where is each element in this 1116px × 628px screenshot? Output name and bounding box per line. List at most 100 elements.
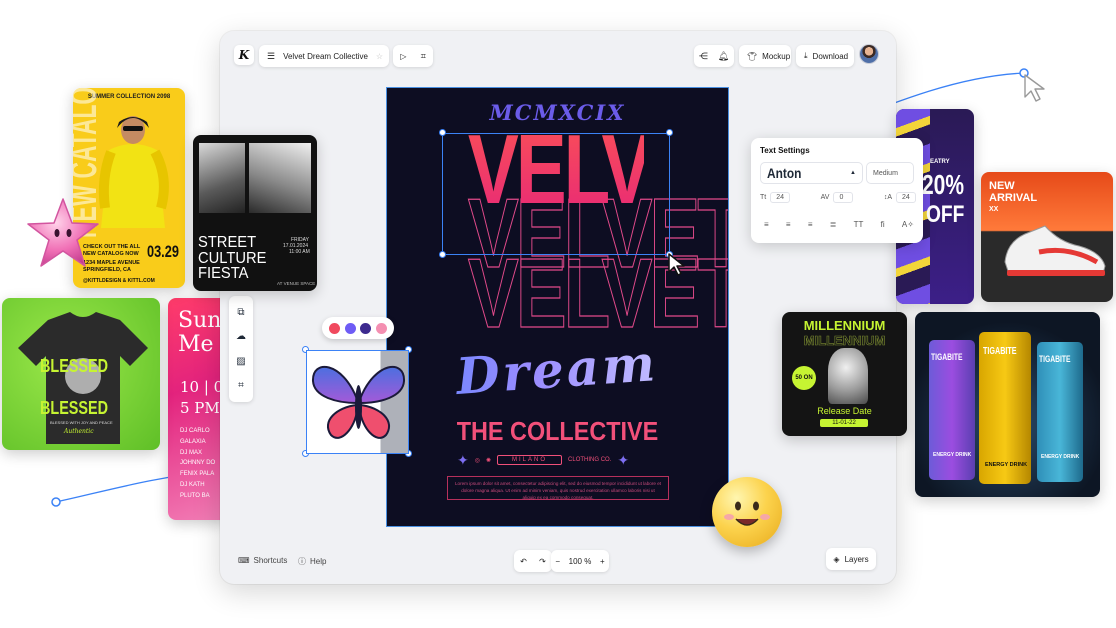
- letter-spacing-icon: AV: [820, 194, 830, 201]
- zoom-out-button[interactable]: −: [555, 557, 560, 566]
- menu-icon[interactable]: ☰: [259, 51, 283, 62]
- sale-side-word: EATRY: [930, 159, 950, 165]
- sneaker-brand: XX: [989, 206, 999, 213]
- can-label-right: ENERGY DRINK: [1041, 454, 1080, 460]
- font-size-value[interactable]: 24: [770, 192, 791, 203]
- project-title-bar[interactable]: ☰ Velvet Dream Collective ☆: [259, 45, 389, 67]
- poster-brand[interactable]: CLOTHING CO.: [568, 457, 611, 463]
- layers-label: Layers: [844, 554, 869, 564]
- lineup-name: JOHNNY DO: [180, 460, 216, 467]
- star-icon[interactable]: ☆: [376, 52, 389, 61]
- undo-redo-group: ↶ ↷: [514, 550, 552, 572]
- grid-icon[interactable]: ⌗: [238, 380, 244, 391]
- summer-date: 03.29: [147, 242, 179, 261]
- sneaker-line2: ARRIVAL: [989, 192, 1038, 204]
- align-left-icon[interactable]: ≡: [764, 220, 769, 229]
- help-icon: ⓘ: [298, 557, 306, 566]
- kittl-logo[interactable]: K: [234, 45, 254, 65]
- zoom-level[interactable]: 100 %: [569, 557, 592, 566]
- user-avatar[interactable]: [860, 45, 878, 63]
- layers-button[interactable]: ◈ Layers: [826, 548, 876, 570]
- tshirt-mockup-card[interactable]: BLESSED BLESSED BLESSED WITH JOY AND PEA…: [2, 298, 160, 450]
- keyboard-icon: ⌨: [238, 556, 250, 565]
- line-height-icon: ↕A: [883, 194, 892, 201]
- color-swatch[interactable]: [344, 322, 356, 334]
- project-title[interactable]: Velvet Dream Collective: [283, 52, 376, 61]
- zoom-control: − 100 % +: [551, 550, 609, 572]
- street-photo-2: [249, 143, 311, 213]
- upload-icon[interactable]: ☁: [236, 331, 246, 342]
- sparkle-icon: ✦: [617, 451, 630, 468]
- summer-music-card[interactable]: Sun Me 10 | 0 5 PM DJ CARLO GALAXIA DJ M…: [168, 298, 228, 520]
- summer-music-lineup: DJ CARLO GALAXIA DJ MAX JOHNNY DO FENIX …: [180, 426, 215, 502]
- font-family-select[interactable]: Anton ▲: [760, 162, 863, 184]
- millennium-badge: 50 ON: [792, 366, 816, 390]
- mockup-button[interactable]: 👕︎ Mockup: [739, 45, 791, 67]
- vertical-toolbar: ⧉ ☁ ▨ ⌗: [229, 296, 253, 402]
- image-icon[interactable]: ▨: [236, 356, 245, 367]
- lineup-name: GALAXIA: [180, 438, 206, 445]
- frame-tool-icon[interactable]: ⌗: [421, 51, 426, 62]
- color-swatch[interactable]: [329, 322, 341, 334]
- font-size-icon: Tt: [760, 194, 767, 201]
- uppercase-icon[interactable]: TT: [854, 220, 864, 229]
- poster-subtitle[interactable]: THE COLLECTIVE: [404, 416, 711, 447]
- statue-image: [828, 348, 868, 404]
- text-metrics-row: Tt 24 AV 0 ↕A 24: [760, 192, 916, 203]
- resize-handle[interactable]: [439, 129, 446, 136]
- energy-drink-card[interactable]: TIGABITE TIGABITE TIGABITE ENERGY DRINK …: [915, 312, 1100, 497]
- bell-icon[interactable]: 🔔︎: [718, 51, 729, 62]
- tshirt-icon: [18, 312, 148, 444]
- tshirt-signature: Authentic: [64, 428, 94, 435]
- zoom-in-button[interactable]: +: [600, 557, 605, 566]
- sale-percent: 20%: [922, 169, 965, 200]
- millennium-release: Release Date: [817, 406, 872, 416]
- sale-off: OFF: [926, 201, 965, 228]
- share-icon[interactable]: ⋲: [699, 51, 708, 62]
- align-justify-icon[interactable]: ≣: [830, 220, 837, 229]
- align-center-icon[interactable]: ≡: [786, 220, 791, 229]
- butterfly-element[interactable]: [306, 350, 409, 454]
- poster-body-text[interactable]: Lorem ipsum dolor sit amet, consectetur …: [447, 476, 669, 500]
- sneaker-card[interactable]: NEW ARRIVAL XX: [981, 172, 1113, 302]
- line-height-control[interactable]: ↕A 24: [884, 192, 916, 203]
- lineup-name: FENIX PALA: [180, 471, 215, 478]
- effects-icon[interactable]: A✧: [902, 220, 914, 229]
- poster-location[interactable]: MILANO: [497, 455, 563, 465]
- lineup-name: DJ CARLO: [180, 428, 210, 434]
- can-label-left: ENERGY DRINK: [933, 452, 972, 458]
- letter-spacing-value[interactable]: 0: [833, 192, 854, 203]
- summer-handle: @KITTLDESIGN & KITTL.COM: [83, 278, 155, 284]
- color-swatch[interactable]: [375, 322, 387, 334]
- smiley-emoji-icon: [712, 477, 782, 547]
- model-photo-icon: [98, 116, 169, 228]
- download-button[interactable]: ⤓ Download: [796, 45, 854, 67]
- resize-handle[interactable]: [439, 251, 446, 258]
- pointer-tool-icon[interactable]: ▷: [400, 52, 406, 61]
- street-culture-card[interactable]: STREET CULTURE FIESTA FRIDAY 17.01.2024 …: [193, 135, 317, 291]
- summer-music-numbers: 10 | 0: [180, 378, 224, 396]
- poster-script-word[interactable]: Dream: [425, 331, 688, 408]
- shapes-icon[interactable]: ⧉: [237, 307, 244, 318]
- redo-icon[interactable]: ↷: [539, 557, 546, 566]
- font-weight-select[interactable]: Medium: [866, 162, 914, 184]
- help-button[interactable]: ⓘ Help: [298, 556, 326, 567]
- align-right-icon[interactable]: ≡: [808, 220, 813, 229]
- street-venue: AT VENUE SPACE: [277, 281, 316, 286]
- shortcuts-button[interactable]: ⌨ Shortcuts: [238, 556, 287, 565]
- font-family-value: Anton: [767, 165, 802, 181]
- letter-spacing-control[interactable]: AV 0: [821, 192, 854, 203]
- help-label: Help: [310, 557, 327, 566]
- lineup-name: PLUTO BA: [180, 492, 210, 499]
- ligature-icon[interactable]: fi: [881, 220, 885, 229]
- millennium-card[interactable]: MILLENNIUM MILLENNIUM 50 ON Release Date…: [782, 312, 907, 436]
- share-group: ⋲ 🔔︎: [694, 45, 734, 67]
- undo-icon[interactable]: ↶: [520, 557, 527, 566]
- can-brand-left: TIGABITE: [931, 352, 963, 362]
- color-swatch[interactable]: [360, 322, 372, 334]
- butterfly-icon: [311, 365, 406, 439]
- font-size-control[interactable]: Tt 24: [760, 192, 791, 203]
- tshirt-word-2: BLESSED: [40, 398, 109, 418]
- resize-handle[interactable]: [666, 129, 673, 136]
- line-height-value[interactable]: 24: [895, 192, 916, 203]
